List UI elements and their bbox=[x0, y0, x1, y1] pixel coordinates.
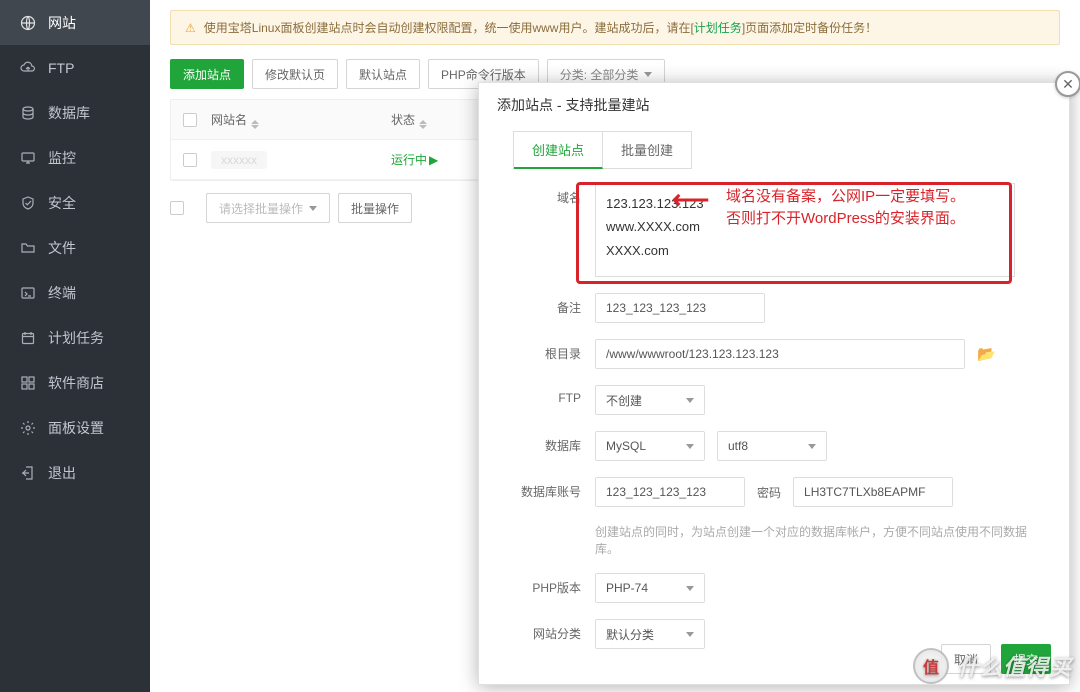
label-cat: 网站分类 bbox=[513, 619, 595, 642]
sidebar-item-terminal[interactable]: 终端 bbox=[0, 270, 150, 315]
sidebar-item-security[interactable]: 安全 bbox=[0, 180, 150, 225]
warning-icon: ⚠ bbox=[185, 21, 196, 35]
annotation-note: 域名没有备案，公网IP一定要填写。否则打不开WordPress的安装界面。 bbox=[726, 186, 965, 230]
col-status[interactable]: 状态 bbox=[391, 111, 491, 129]
ftp-select[interactable]: 不创建 bbox=[595, 385, 705, 415]
db-select[interactable]: MySQL bbox=[595, 431, 705, 461]
add-site-button[interactable]: 添加站点 bbox=[170, 59, 244, 89]
chevron-down-icon bbox=[309, 206, 317, 211]
database-icon bbox=[20, 105, 36, 121]
root-input[interactable] bbox=[595, 339, 965, 369]
label-domain: 域名 bbox=[513, 183, 595, 206]
tip-banner: ⚠ 使用宝塔Linux面板创建站点时会自动创建权限配置，统一使用www用户。建站… bbox=[170, 10, 1060, 45]
modal-tabs: 创建站点 批量创建 bbox=[513, 131, 692, 169]
sidebar: 网站 FTP 数据库 监控 安全 文件 终端 计划任务 bbox=[0, 0, 150, 692]
gear-icon bbox=[20, 420, 36, 436]
folder-icon bbox=[20, 240, 36, 256]
batch-select[interactable]: 请选择批量操作 bbox=[206, 193, 330, 223]
apps-icon bbox=[20, 375, 36, 391]
tab-batch-create[interactable]: 批量创建 bbox=[603, 132, 691, 168]
sidebar-item-label: FTP bbox=[48, 60, 74, 76]
sidebar-item-label: 网站 bbox=[48, 13, 76, 33]
globe-icon bbox=[20, 15, 36, 31]
default-site-button[interactable]: 默认站点 bbox=[346, 59, 420, 89]
checkbox-batch[interactable] bbox=[170, 201, 184, 215]
label-remark: 备注 bbox=[513, 293, 595, 316]
chevron-down-icon bbox=[686, 586, 694, 591]
sidebar-item-appstore[interactable]: 软件商店 bbox=[0, 360, 150, 405]
chevron-down-icon bbox=[686, 398, 694, 403]
chevron-down-icon bbox=[686, 444, 694, 449]
remark-input[interactable] bbox=[595, 293, 765, 323]
sidebar-item-label: 数据库 bbox=[48, 103, 90, 123]
sidebar-item-label: 软件商店 bbox=[48, 373, 104, 393]
label-php: PHP版本 bbox=[513, 573, 595, 596]
sidebar-item-label: 面板设置 bbox=[48, 418, 104, 438]
label-dbacc: 数据库账号 bbox=[513, 477, 595, 500]
play-icon: ▶ bbox=[429, 153, 438, 167]
close-button[interactable]: ✕ bbox=[1055, 71, 1080, 97]
shield-icon bbox=[20, 195, 36, 211]
php-select[interactable]: PHP-74 bbox=[595, 573, 705, 603]
tip-link[interactable]: 计划任务 bbox=[694, 21, 742, 35]
sidebar-item-file[interactable]: 文件 bbox=[0, 225, 150, 270]
sidebar-item-monitor[interactable]: 监控 bbox=[0, 135, 150, 180]
db-hint: 创建站点的同时，为站点创建一个对应的数据库帐户，方便不同站点使用不同数据库。 bbox=[595, 523, 1035, 557]
sidebar-item-cron[interactable]: 计划任务 bbox=[0, 315, 150, 360]
modal-title: 添加站点 - 支持批量建站 bbox=[479, 83, 1069, 125]
chevron-down-icon bbox=[644, 72, 652, 77]
sidebar-item-label: 安全 bbox=[48, 193, 76, 213]
sidebar-item-settings[interactable]: 面板设置 bbox=[0, 405, 150, 450]
dbacc-input[interactable] bbox=[595, 477, 745, 507]
monitor-icon bbox=[20, 150, 36, 166]
category-select[interactable]: 默认分类 bbox=[595, 619, 705, 649]
watermark-text: 什么值得买 bbox=[957, 650, 1072, 682]
site-name[interactable]: xxxxxx bbox=[211, 151, 267, 169]
watermark-badge: 值 bbox=[913, 648, 949, 684]
sidebar-item-label: 退出 bbox=[48, 463, 76, 483]
tip-text: 使用宝塔Linux面板创建站点时会自动创建权限配置，统一使用www用户。建站成功… bbox=[204, 19, 877, 36]
modify-default-button[interactable]: 修改默认页 bbox=[252, 59, 338, 89]
modal-form: 域名 123.123.123.123 www.XXXX.com XXXX.com… bbox=[479, 169, 1069, 685]
sidebar-item-site[interactable]: 网站 bbox=[0, 0, 150, 45]
chevron-down-icon bbox=[808, 444, 816, 449]
add-site-modal: ✕ 添加站点 - 支持批量建站 创建站点 批量创建 域名 123.123.123… bbox=[478, 82, 1070, 685]
dbpwd-input[interactable] bbox=[793, 477, 953, 507]
label-pwd: 密码 bbox=[757, 484, 781, 501]
sidebar-item-label: 文件 bbox=[48, 238, 76, 258]
label-root: 根目录 bbox=[513, 339, 595, 362]
chevron-down-icon bbox=[686, 632, 694, 637]
sidebar-item-database[interactable]: 数据库 bbox=[0, 90, 150, 135]
checkbox-all[interactable] bbox=[183, 113, 197, 127]
calendar-icon bbox=[20, 330, 36, 346]
cloud-up-icon bbox=[20, 60, 36, 76]
annotation-arrow-icon: ⟵ bbox=[672, 184, 709, 215]
sidebar-item-label: 计划任务 bbox=[48, 328, 104, 348]
checkbox-row[interactable] bbox=[183, 153, 197, 167]
logout-icon bbox=[20, 465, 36, 481]
sidebar-item-logout[interactable]: 退出 bbox=[0, 450, 150, 495]
tab-create-site[interactable]: 创建站点 bbox=[514, 132, 603, 169]
sidebar-item-label: 监控 bbox=[48, 148, 76, 168]
folder-open-icon[interactable]: 📂 bbox=[977, 345, 996, 363]
terminal-icon bbox=[20, 285, 36, 301]
sidebar-item-label: 终端 bbox=[48, 283, 76, 303]
sidebar-item-ftp[interactable]: FTP bbox=[0, 45, 150, 90]
label-ftp: FTP bbox=[513, 385, 595, 405]
close-icon: ✕ bbox=[1062, 76, 1074, 93]
label-db: 数据库 bbox=[513, 431, 595, 454]
watermark: 值 什么值得买 bbox=[913, 648, 1072, 684]
charset-select[interactable]: utf8 bbox=[717, 431, 827, 461]
batch-action-button[interactable]: 批量操作 bbox=[338, 193, 412, 223]
col-name[interactable]: 网站名 bbox=[211, 111, 391, 129]
site-status[interactable]: 运行中▶ bbox=[391, 151, 491, 168]
